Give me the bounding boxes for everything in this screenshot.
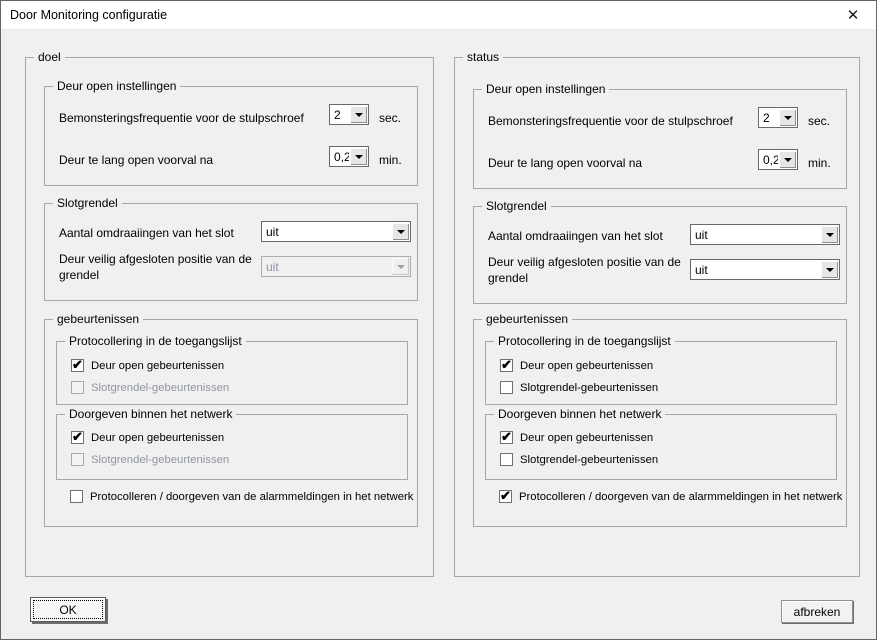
dropdown-arrow-icon [392,258,409,275]
dropdown-arrow-icon[interactable] [350,148,367,165]
group-slotgrendel: Slotgrendel Aantal omdraaiingen van het … [473,206,847,304]
group-title: Slotgrendel [482,199,551,213]
group-gebeurtenissen: gebeurtenissen Protocollering in de toeg… [473,319,847,527]
checkbox-label: Deur open gebeurtenissen [91,432,224,444]
combo-value: 2 [334,108,349,122]
unit-sec: sec. [808,114,830,128]
combo-value: uit [695,228,820,242]
group-title: Slotgrendel [53,196,122,210]
checkbox-label: Slotgrendel-gebeurtenissen [91,382,229,394]
combo-value: uit [266,260,391,274]
group-doorgeven-netwerk: Doorgeven binnen het netwerk ✔ Deur open… [485,414,837,480]
window-title: Door Monitoring configuratie [10,8,167,22]
checkbox-label: Protocolleren / doorgeven van de alarmme… [519,491,842,503]
group-title: gebeurtenissen [53,312,143,326]
unit-min: min. [808,156,831,170]
ok-button[interactable]: OK [30,597,106,622]
label-bemonsteringsfrequentie: Bemonsteringsfrequentie voor de stulpsch… [59,111,304,125]
checkbox-deur-open-gebeurtenissen[interactable]: ✔ [71,431,84,444]
combo-deur-te-lang-open[interactable]: 0,2 [758,149,798,170]
door-monitoring-dialog: { "window": { "title": "Door Monitoring … [0,0,877,640]
group-status-title: status [463,50,503,64]
label-deur-veilig-afgesloten: Deur veilig afgesloten positie van de gr… [488,255,688,286]
checkbox-slotgrendel-gebeurtenissen[interactable] [500,453,513,466]
cancel-button[interactable]: afbreken [781,600,853,623]
unit-min: min. [379,153,402,167]
label-deur-te-lang-open: Deur te lang open voorval na [488,156,642,170]
combo-deur-te-lang-open[interactable]: 0,2 [329,146,369,167]
group-title: Deur open instellingen [482,82,609,96]
group-doorgeven-netwerk: Doorgeven binnen het netwerk ✔ Deur open… [56,414,408,480]
dropdown-arrow-icon[interactable] [392,223,409,240]
group-protocollering-toegangslijst: Protocollering in de toegangslijst ✔ Deu… [56,341,408,405]
combo-aantal-omdraaiingen[interactable]: uit [261,221,411,242]
group-doel: doel Deur open instellingen Bemonstering… [25,57,434,577]
titlebar: Door Monitoring configuratie ✕ [1,1,876,30]
label-deur-te-lang-open: Deur te lang open voorval na [59,153,213,167]
unit-sec: sec. [379,111,401,125]
checkbox-label: Slotgrendel-gebeurtenissen [520,454,658,466]
group-doel-title: doel [34,50,65,64]
checkbox-deur-open-gebeurtenissen[interactable]: ✔ [500,431,513,444]
checkbox-deur-open-gebeurtenissen[interactable]: ✔ [71,359,84,372]
dropdown-arrow-icon[interactable] [821,261,838,278]
dropdown-arrow-icon[interactable] [350,106,367,123]
checkbox-label: Deur open gebeurtenissen [520,360,653,372]
combo-bemonsteringsfrequentie[interactable]: 2 [329,104,369,125]
group-title: Protocollering in de toegangslijst [65,334,246,348]
checkbox-alarmmeldingen-netwerk[interactable] [70,490,83,503]
combo-bemonsteringsfrequentie[interactable]: 2 [758,107,798,128]
label-deur-veilig-afgesloten: Deur veilig afgesloten positie van de gr… [59,252,259,283]
group-title: Deur open instellingen [53,79,180,93]
dropdown-arrow-icon[interactable] [779,151,796,168]
combo-deur-veilig-afgesloten: uit [261,256,411,277]
check-icon: ✔ [72,432,83,442]
checkbox-label: Slotgrendel-gebeurtenissen [91,454,229,466]
checkbox-label: Deur open gebeurtenissen [91,360,224,372]
combo-value: uit [695,263,820,277]
dropdown-arrow-icon[interactable] [779,109,796,126]
check-icon: ✔ [501,432,512,442]
dialog-body: doel Deur open instellingen Bemonstering… [1,31,876,639]
group-status: status Deur open instellingen Bemonsteri… [454,57,860,577]
label-aantal-omdraaiingen: Aantal omdraaiingen van het slot [488,229,663,243]
combo-value: 0,2 [334,150,349,164]
checkbox-alarmmeldingen-netwerk[interactable]: ✔ [499,490,512,503]
group-title: Protocollering in de toegangslijst [494,334,675,348]
combo-value: 0,2 [763,153,778,167]
dropdown-arrow-icon[interactable] [821,226,838,243]
check-icon: ✔ [72,360,83,370]
check-icon: ✔ [501,360,512,370]
label-aantal-omdraaiingen: Aantal omdraaiingen van het slot [59,226,234,240]
close-icon[interactable]: ✕ [830,1,876,29]
group-deur-open-instellingen: Deur open instellingen Bemonsteringsfreq… [473,89,847,189]
checkbox-label: Slotgrendel-gebeurtenissen [520,382,658,394]
group-protocollering-toegangslijst: Protocollering in de toegangslijst ✔ Deu… [485,341,837,405]
group-deur-open-instellingen: Deur open instellingen Bemonsteringsfreq… [44,86,418,186]
check-icon: ✔ [500,491,511,501]
checkbox-deur-open-gebeurtenissen[interactable]: ✔ [500,359,513,372]
checkbox-label: Deur open gebeurtenissen [520,432,653,444]
group-title: Doorgeven binnen het netwerk [494,407,665,421]
group-gebeurtenissen: gebeurtenissen Protocollering in de toeg… [44,319,418,527]
checkbox-label: Protocolleren / doorgeven van de alarmme… [90,491,413,503]
checkbox-slotgrendel-gebeurtenissen[interactable] [500,381,513,394]
group-title: Doorgeven binnen het netwerk [65,407,236,421]
group-slotgrendel: Slotgrendel Aantal omdraaiingen van het … [44,203,418,301]
checkbox-slotgrendel-gebeurtenissen [71,453,84,466]
checkbox-slotgrendel-gebeurtenissen [71,381,84,394]
label-bemonsteringsfrequentie: Bemonsteringsfrequentie voor de stulpsch… [488,114,733,128]
combo-deur-veilig-afgesloten[interactable]: uit [690,259,840,280]
combo-value: uit [266,225,391,239]
combo-value: 2 [763,111,778,125]
group-title: gebeurtenissen [482,312,572,326]
combo-aantal-omdraaiingen[interactable]: uit [690,224,840,245]
